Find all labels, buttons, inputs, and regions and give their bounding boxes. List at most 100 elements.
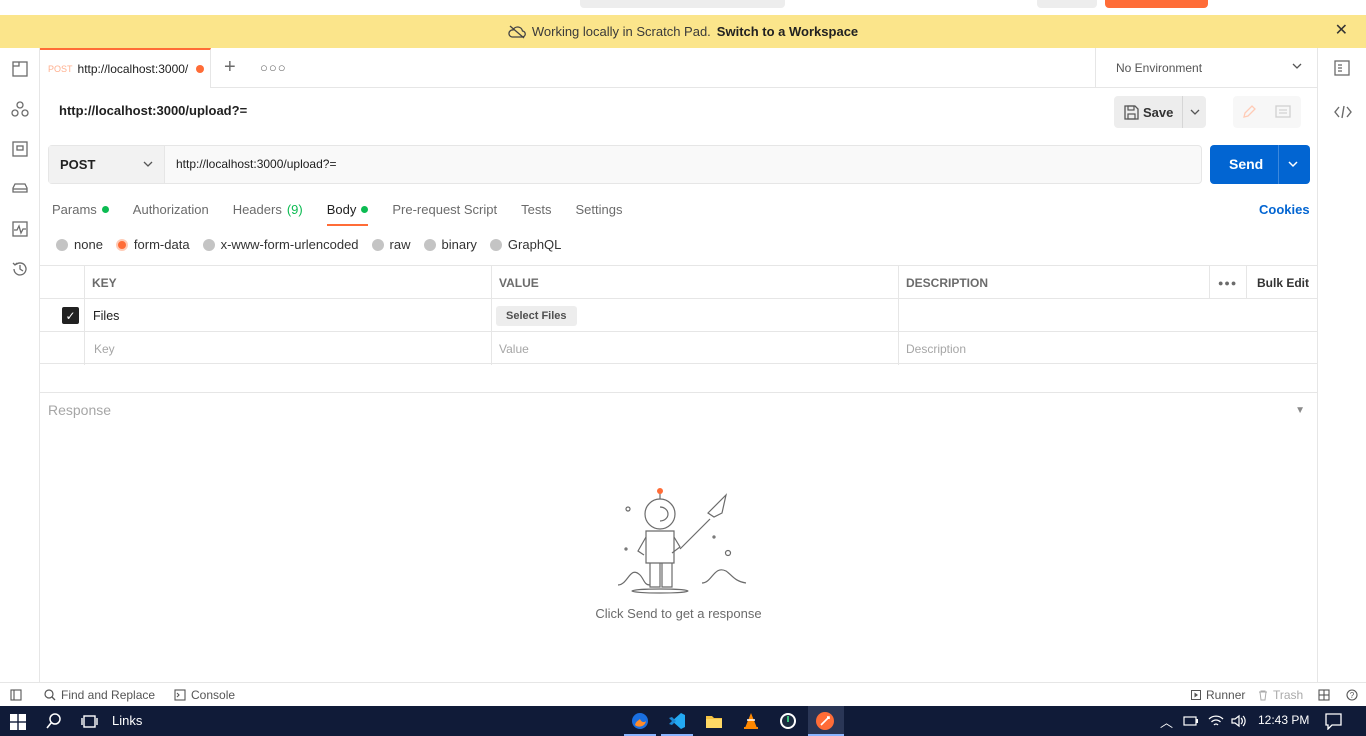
request-title[interactable]: http://localhost:3000/upload?= — [59, 103, 247, 118]
upgrade-button-stub[interactable] — [1105, 0, 1208, 8]
app-icon[interactable] — [778, 711, 798, 731]
chevron-down-icon[interactable] — [1286, 155, 1300, 173]
method-label: POST — [60, 157, 96, 172]
top-strip — [0, 0, 1366, 15]
tab-settings-label: Settings — [575, 201, 623, 217]
console-button[interactable]: Console — [174, 688, 235, 702]
volume-icon[interactable] — [1231, 714, 1247, 728]
new-tab-plus-icon[interactable]: + — [224, 57, 236, 77]
tab-authorization[interactable]: Authorization — [133, 200, 209, 226]
file-explorer-icon[interactable] — [704, 711, 724, 731]
tab-params[interactable]: Params — [52, 200, 109, 226]
tab-body[interactable]: Body — [326, 200, 369, 226]
more-options-icon[interactable]: ○○○ — [260, 60, 287, 75]
request-tab[interactable]: POST http://localhost:3000/ — [40, 48, 211, 88]
monitors-icon[interactable] — [11, 220, 29, 238]
collections-icon[interactable] — [11, 60, 29, 78]
radio-none[interactable]: none — [56, 237, 103, 252]
find-replace-button[interactable]: Find and Replace — [44, 688, 155, 702]
headers-count: (9) — [286, 201, 303, 217]
tab-bar: POST http://localhost:3000/ + ○○○ No Env… — [40, 48, 1317, 88]
url-bar: POST — [48, 145, 1202, 184]
response-label: Response — [48, 402, 112, 418]
tab-params-label: Params — [52, 201, 97, 217]
status-dot-icon — [361, 205, 369, 213]
tab-settings[interactable]: Settings — [575, 200, 622, 226]
collapse-chevron-icon[interactable]: ▼ — [1295, 405, 1305, 416]
apis-icon[interactable] — [11, 100, 29, 118]
vlc-icon[interactable] — [741, 711, 761, 731]
environments-icon[interactable] — [11, 140, 29, 158]
firefox-icon[interactable] — [630, 711, 650, 731]
value-placeholder[interactable]: Value — [491, 332, 529, 365]
links-toolbar[interactable]: Links — [112, 713, 142, 728]
request-subtabs: Params Authorization Headers (9) Body Pre… — [52, 200, 646, 226]
tab-method: POST — [48, 64, 73, 74]
tab-prerequest-script[interactable]: Pre-request Script — [392, 200, 497, 226]
save-button[interactable]: Save — [1114, 96, 1206, 128]
radio-form-data[interactable]: form-data — [115, 237, 190, 252]
runner-button[interactable]: Runner — [1191, 688, 1245, 702]
url-input[interactable] — [176, 157, 1176, 171]
radio-raw-label: raw — [389, 237, 411, 252]
radio-graphql-label: GraphQL — [507, 237, 562, 252]
tab-tests[interactable]: Tests — [521, 200, 551, 226]
radio-graphql[interactable]: GraphQL — [489, 237, 562, 252]
clock[interactable]: 12:43 PM — [1258, 713, 1309, 727]
radio-binary[interactable]: binary — [423, 237, 477, 252]
close-icon[interactable]: ✕ — [1335, 23, 1348, 39]
radio-urlencoded-label: x-www-form-urlencoded — [220, 237, 359, 252]
status-bar: Find and Replace Console Runner Trash ? — [0, 682, 1366, 706]
radio-urlencoded[interactable]: x-www-form-urlencoded — [202, 237, 359, 252]
trash-button[interactable]: Trash — [1258, 688, 1303, 702]
chevron-down-icon — [1292, 63, 1302, 69]
environment-select[interactable]: No Environment — [1095, 48, 1317, 88]
description-placeholder[interactable]: Description — [898, 332, 966, 365]
windows-start-icon[interactable] — [10, 714, 26, 730]
table-row: ✓ Files Select Files — [40, 298, 1317, 332]
search-icon[interactable] — [46, 713, 62, 729]
radio-raw[interactable]: raw — [371, 237, 411, 252]
bulk-edit-button[interactable]: Bulk Edit — [1249, 266, 1309, 299]
row-checkbox[interactable]: ✓ — [54, 299, 79, 332]
invite-button-stub[interactable] — [1037, 0, 1097, 8]
postman-icon[interactable] — [815, 711, 835, 731]
comments-icon[interactable] — [1275, 104, 1291, 120]
console-label: Console — [191, 688, 236, 702]
header-description: DESCRIPTION — [906, 275, 989, 290]
sidebar-toggle-icon[interactable] — [10, 689, 22, 701]
astronaut-illustration-icon — [617, 488, 747, 594]
key-placeholder[interactable]: Key — [94, 332, 115, 365]
method-select[interactable]: POST — [49, 146, 165, 183]
form-data-table: KEY VALUE DESCRIPTION ●●● Bulk Edit ✓ Fi… — [40, 265, 1317, 365]
history-icon[interactable] — [11, 260, 29, 278]
check-icon: ✓ — [62, 307, 79, 324]
wifi-icon[interactable] — [1208, 714, 1224, 728]
switch-workspace-link[interactable]: Switch to a Workspace — [717, 24, 858, 39]
vscode-icon[interactable] — [667, 711, 687, 731]
cookies-link[interactable]: Cookies — [1259, 202, 1310, 217]
table-more-icon[interactable]: ●●● — [1209, 266, 1247, 299]
table-row-empty: Key Value Description — [40, 331, 1317, 365]
code-snippet-icon[interactable] — [1334, 104, 1352, 120]
row-description[interactable] — [898, 299, 1317, 332]
battery-icon[interactable] — [1183, 714, 1199, 728]
select-files-button[interactable]: Select Files — [496, 305, 577, 326]
environment-quicklook-icon[interactable] — [1334, 60, 1350, 76]
find-replace-label: Find and Replace — [61, 688, 156, 702]
two-pane-view-icon[interactable] — [1318, 689, 1330, 701]
runner-icon — [1191, 690, 1201, 700]
task-view-icon[interactable] — [81, 714, 98, 729]
tab-headers[interactable]: Headers (9) — [233, 200, 303, 226]
mock-servers-icon[interactable] — [11, 180, 29, 198]
chevron-down-icon[interactable] — [1189, 104, 1201, 120]
help-icon[interactable]: ? — [1346, 689, 1358, 701]
search-bar-stub[interactable] — [580, 0, 785, 8]
send-label: Send — [1229, 156, 1264, 172]
chevron-up-icon[interactable]: ︿ — [1160, 712, 1173, 731]
notifications-icon[interactable] — [1325, 713, 1342, 730]
console-icon — [174, 689, 186, 701]
send-button[interactable]: Send — [1210, 145, 1310, 184]
pencil-icon[interactable] — [1241, 104, 1257, 120]
row-key[interactable]: Files — [85, 299, 119, 332]
